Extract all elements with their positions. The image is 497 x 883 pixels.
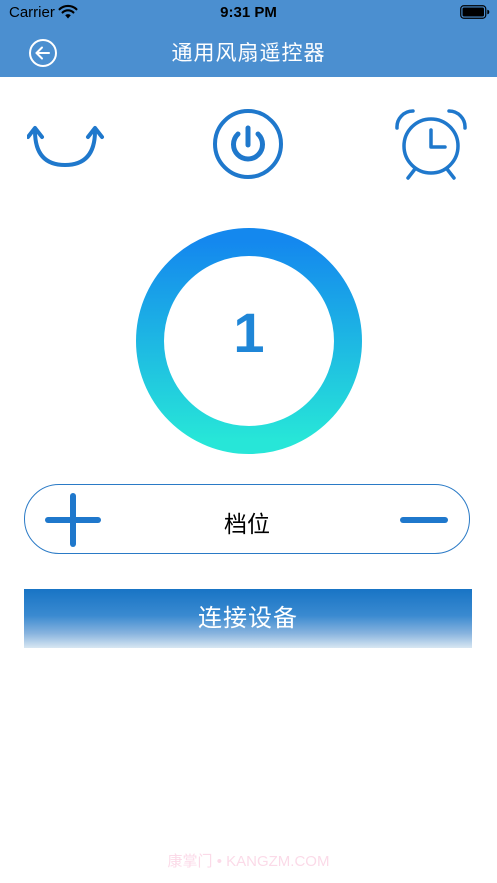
battery-icon	[460, 5, 490, 19]
connect-device-button[interactable]: 连接设备	[24, 589, 472, 648]
minus-icon[interactable]	[400, 507, 448, 533]
gear-control: 档位	[24, 484, 470, 554]
status-time: 9:31 PM	[220, 4, 277, 21]
gear-value: 1	[233, 301, 265, 364]
page-title: 通用风扇遥控器	[171, 41, 326, 65]
alarm-clock-icon[interactable]	[393, 106, 469, 182]
watermark: 康掌门 • KANGZM.COM	[167, 853, 330, 870]
nav-bar: 通用风扇遥控器	[0, 26, 497, 77]
swing-arrows-icon[interactable]	[27, 121, 105, 169]
power-icon[interactable]	[211, 107, 285, 181]
status-bar: Carrier 9:31 PM	[0, 0, 497, 26]
